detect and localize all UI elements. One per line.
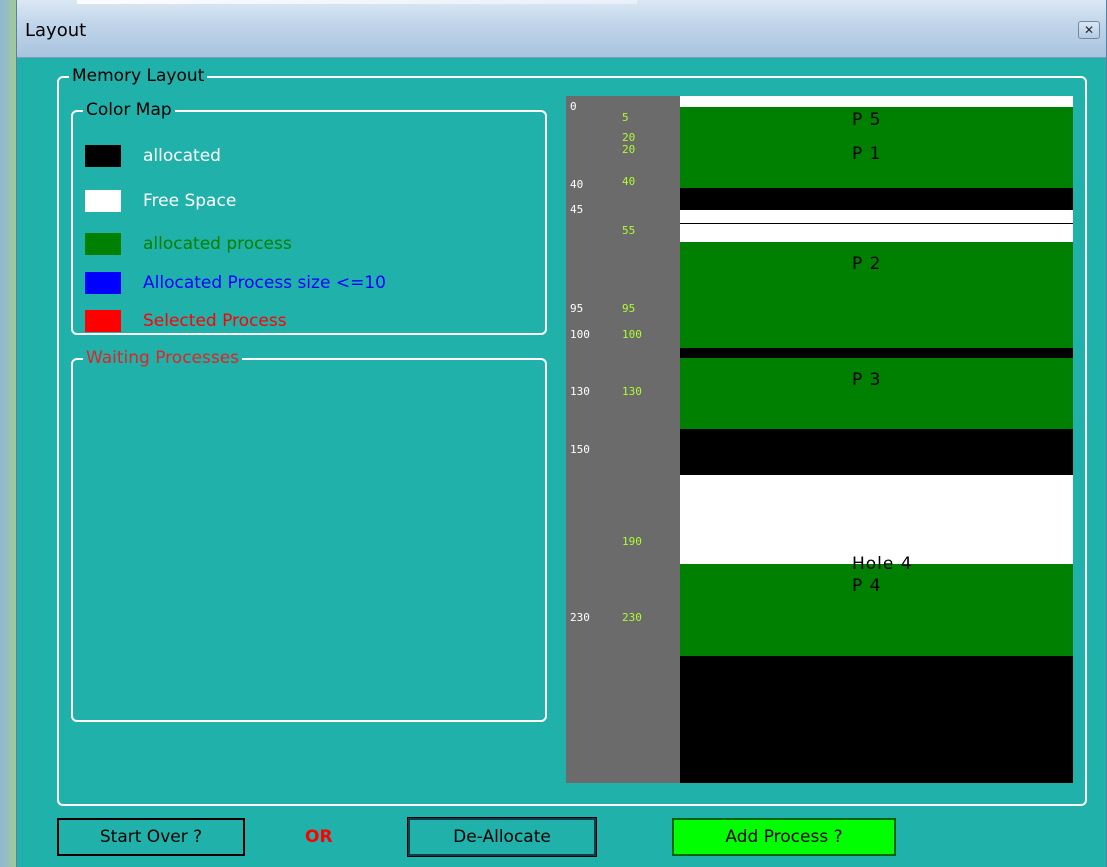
add-process-button[interactable]: Add Process ?: [672, 818, 896, 856]
allocated-process-swatch: [85, 233, 121, 255]
ruler-label-start: 130: [570, 385, 590, 398]
memory-bar: P 5 P 1 P 2 P 3 Hole 4P 4: [680, 96, 1073, 783]
ruler-label-end: 190: [622, 535, 642, 548]
color-map-label: Color Map: [83, 100, 175, 120]
legend-item-allocated-process: allocated process: [85, 233, 292, 255]
free-space-swatch: [85, 190, 121, 212]
memory-segment[interactable]: [680, 347, 1073, 359]
legend-item-small-process: Allocated Process size <=10: [85, 272, 386, 294]
or-label: OR: [305, 827, 333, 847]
waiting-processes-group[interactable]: Waiting Processes: [71, 348, 547, 722]
start-over-button[interactable]: Start Over ?: [57, 818, 245, 856]
waiting-processes-label: Waiting Processes: [83, 348, 243, 368]
memory-segment[interactable]: [680, 209, 1073, 224]
selected-process-swatch: [85, 310, 121, 332]
memory-segment[interactable]: [680, 224, 1073, 243]
legend-label: allocated process: [143, 234, 292, 254]
allocated-swatch: [85, 145, 121, 167]
close-button[interactable]: ✕: [1078, 21, 1100, 39]
memory-segment[interactable]: [680, 655, 1073, 783]
ruler-label-start: 0: [570, 100, 577, 113]
legend-item-selected-process: Selected Process: [85, 310, 287, 332]
segment-label: P 5: [852, 110, 882, 130]
ruler-label-end: 100: [622, 328, 642, 341]
legend-item-allocated: allocated: [85, 145, 221, 167]
ruler-label-end: 95: [622, 302, 636, 315]
ruler-label-start: 45: [570, 203, 584, 216]
deallocate-button[interactable]: De-Allocate: [407, 817, 597, 857]
memory-segment[interactable]: [680, 96, 1073, 107]
ruler-label-start: 150: [570, 443, 590, 456]
memory-map: 0 40 45 95 100 130 150 230 5 20 20 40 55…: [566, 96, 1073, 783]
ruler-label-end: 20: [622, 131, 636, 144]
memory-segment[interactable]: [680, 428, 1073, 475]
address-ruler: 0 40 45 95 100 130 150 230 5 20 20 40 55…: [566, 96, 680, 783]
memory-segment[interactable]: [680, 474, 1073, 564]
memory-segment[interactable]: [680, 187, 1073, 210]
layout-window: Layout ✕ Memory Layout Color Map allocat…: [16, 0, 1107, 867]
memory-layout-label: Memory Layout: [69, 66, 208, 86]
legend-label: Allocated Process size <=10: [143, 273, 386, 293]
ruler-label-end: 20: [622, 143, 636, 156]
segment-label: P 3: [852, 370, 882, 391]
memory-segment[interactable]: [680, 358, 1073, 429]
ruler-label-end: 130: [622, 385, 642, 398]
ruler-label-start: 100: [570, 328, 590, 341]
legend-item-free-space: Free Space: [85, 190, 236, 212]
segment-label: P 4: [852, 575, 882, 596]
window-title: Layout: [25, 20, 87, 41]
ruler-label-start: 230: [570, 611, 590, 624]
title-bar[interactable]: Layout ✕: [17, 0, 1106, 58]
ruler-label-end: 55: [622, 224, 636, 237]
small-process-swatch: [85, 272, 121, 294]
ruler-label-end: 40: [622, 175, 636, 188]
ruler-label-end: 230: [622, 611, 642, 624]
segment-label: P 1: [852, 144, 882, 164]
legend-label: allocated: [143, 146, 221, 166]
segment-label: Hole 4: [852, 553, 913, 574]
ruler-label-end: 5: [622, 111, 629, 124]
close-icon: ✕: [1083, 23, 1095, 37]
color-map-group: Color Map allocated Free Space allocated…: [71, 100, 547, 335]
ruler-label-start: 40: [570, 178, 584, 191]
ruler-label-start: 95: [570, 302, 584, 315]
legend-label: Free Space: [143, 191, 237, 211]
title-bar-highlight: [77, 0, 637, 4]
segment-label: P 2: [852, 254, 882, 275]
legend-label: Selected Process: [143, 311, 287, 331]
